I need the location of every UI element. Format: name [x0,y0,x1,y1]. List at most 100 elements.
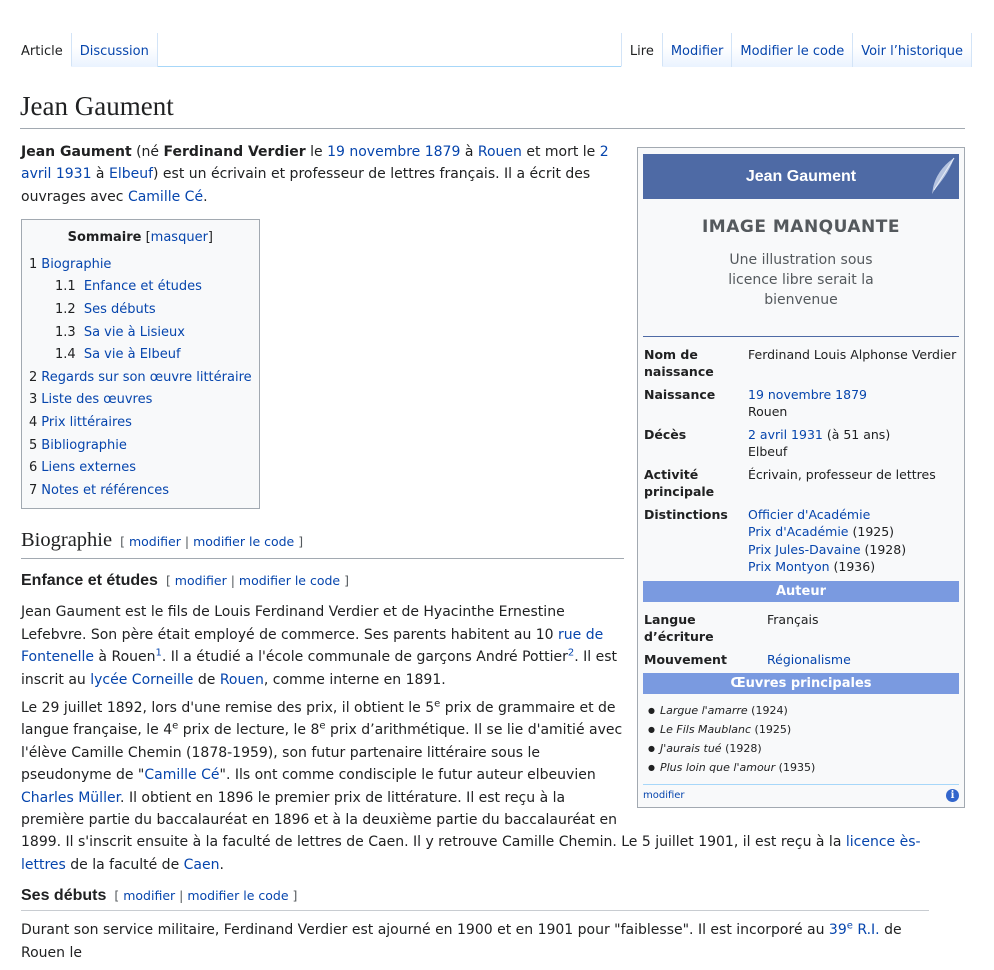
death-date-link[interactable]: 2 avril 1931 [748,427,823,442]
section-heading-biographie: Biographie [ modifier | modifier le code … [21,525,624,560]
infobox-label: Mouvement [644,651,727,667]
section-edit-links: [ modifier | modifier le code ] [120,534,303,549]
section-edit-link[interactable]: modifier [129,534,181,549]
toc-link-liens[interactable]: Liens externes [41,460,136,475]
infobox-label: Langue d’écriture [644,611,714,645]
distinction-link[interactable]: Officier d'Académie [748,507,870,522]
toc-number: 5 [29,437,38,453]
toc-link-oeuvres[interactable]: Liste des œuvres [41,392,152,407]
toc-link-lisieux[interactable]: Sa vie à Lisieux [84,325,185,340]
infobox-row: Langue d’écriture Français [643,608,959,648]
article-link[interactable]: lycée Corneille [90,672,193,688]
section-edit-link[interactable]: modifier [175,573,227,588]
bracket: ] [207,230,213,246]
work-year: (1924) [747,704,788,717]
infobox-value: 19 novembre 1879 Rouen [748,383,959,423]
infobox-row: Décès 2 avril 1931 (à 51 ans) Elbeuf [643,423,959,463]
article-link[interactable]: 39e R.I. [829,921,880,939]
bracket: [ [120,534,129,550]
toc-link-regards[interactable]: Regards sur son œuvre littéraire [41,370,251,385]
section-edit-source-link[interactable]: modifier le code [193,534,294,549]
birth-date-link[interactable]: 19 novembre 1879 [327,144,460,160]
infobox-footer: modifier i [643,785,959,803]
heading-text: Ses débuts [21,887,107,905]
tab-article[interactable]: Article [20,33,72,67]
text: (né [131,144,164,160]
coauthor-link[interactable]: Camille Cé [128,189,203,205]
image-missing-label: IMAGE MANQUANTE [701,217,900,237]
link-text: R.I. [852,922,880,939]
toc-link-enfance[interactable]: Enfance et études [84,279,202,294]
toc-item: 2 Regards sur son œuvre littéraire [29,367,252,390]
article-link[interactable]: Rouen [220,672,264,688]
infobox-value: Ferdinand Louis Alphonse Verdier [748,346,957,362]
work-year: (1925) [751,723,792,736]
birth-name: Ferdinand Verdier [163,144,306,160]
article-link[interactable]: Camille Cé [144,767,219,783]
section-edit-source-link[interactable]: modifier le code [239,573,340,588]
tab-history[interactable]: Voir l’historique [853,33,972,67]
distinctions-list: Officier d'Académie Prix d'Académie (192… [748,503,959,578]
birth-place-link[interactable]: Rouen [478,144,522,160]
text: , comme interne en 1891. [263,671,446,688]
view-tabs: Lire Modifier Modifier le code Voir l’hi… [620,33,972,67]
separator: | [180,534,194,550]
tab-edit[interactable]: Modifier [662,33,733,67]
article-link[interactable]: Charles Müller [21,790,120,806]
toc-link-biographie[interactable]: Biographie [41,257,111,272]
toc-link-elbeuf[interactable]: Sa vie à Elbeuf [84,347,181,362]
section-edit-source-link[interactable]: modifier le code [187,888,288,903]
toc-item: 1.2 Ses débuts [55,299,252,322]
infobox-row: Activité principale Écrivain, professeur… [643,463,959,503]
distinction-link[interactable]: Prix Jules-Davaine [748,542,861,557]
work-title: J'aurais tué [659,742,722,755]
work-title: Largue l'amarre [659,704,748,717]
tab-read[interactable]: Lire [620,33,663,67]
toc-number: 1.1 [55,279,76,295]
text: et mort le [521,144,600,160]
infobox-row: Mouvement Régionalisme [643,648,959,671]
toc-number: 1 [29,256,38,272]
toc-toggle-link[interactable]: masquer [151,230,208,245]
movement-link[interactable]: Régionalisme [767,652,851,667]
toc-item: 1 Biographie 1.1 Enfance et études 1.2 Se… [29,254,252,367]
bracket: ] [288,888,298,904]
toc-title: Sommaire [67,230,142,246]
text: à Rouen [93,649,156,666]
text: de la faculté de [65,856,184,873]
toc-link-debuts[interactable]: Ses débuts [84,302,156,317]
infobox-value: Français [767,611,819,627]
list-item: Le Fils Maublanc (1925) [648,721,959,740]
subject-name: Jean Gaument [21,144,132,160]
article-link[interactable]: Caen [184,857,220,873]
toc-link-prix[interactable]: Prix littéraires [41,415,132,430]
info-icon[interactable]: i [946,789,959,802]
infobox-edit-link[interactable]: modifier [643,790,685,801]
toc-link-bibliographie[interactable]: Bibliographie [41,438,127,453]
text: à [460,144,478,160]
infobox-label: Naissance [644,386,716,402]
distinction-link[interactable]: Prix Montyon [748,559,830,574]
birth-place: Rouen [748,404,788,419]
toc-number: 1.4 [55,347,76,363]
distinction-link[interactable]: Prix d'Académie [748,524,849,539]
infobox-value: Écrivain, professeur de lettres [748,466,936,482]
heading-text: Enfance et études [21,572,158,590]
death-place-link[interactable]: Elbeuf [109,166,153,182]
text: à [91,166,109,183]
tab-edit-source[interactable]: Modifier le code [732,33,854,67]
infobox-row: Nom de naissance Ferdinand Louis Alphons… [643,343,959,383]
infobox-value: Régionalisme [767,648,959,671]
distinction-year: (1928) [860,541,907,557]
death-place: Elbeuf [748,444,788,459]
text: . Il a étudié a l'école communale de gar… [161,649,568,666]
infobox-section-works: Œuvres principales [643,673,959,694]
text: ". Ils ont comme condisciple le futur au… [219,767,596,784]
section-edit-link[interactable]: modifier [123,888,175,903]
text: le [305,144,328,160]
quill-icon [932,157,955,194]
distinction-year: (1936) [829,559,876,574]
toc-link-notes[interactable]: Notes et références [41,483,169,498]
birth-date-link[interactable]: 19 novembre 1879 [748,387,867,402]
tab-discussion[interactable]: Discussion [71,33,158,67]
